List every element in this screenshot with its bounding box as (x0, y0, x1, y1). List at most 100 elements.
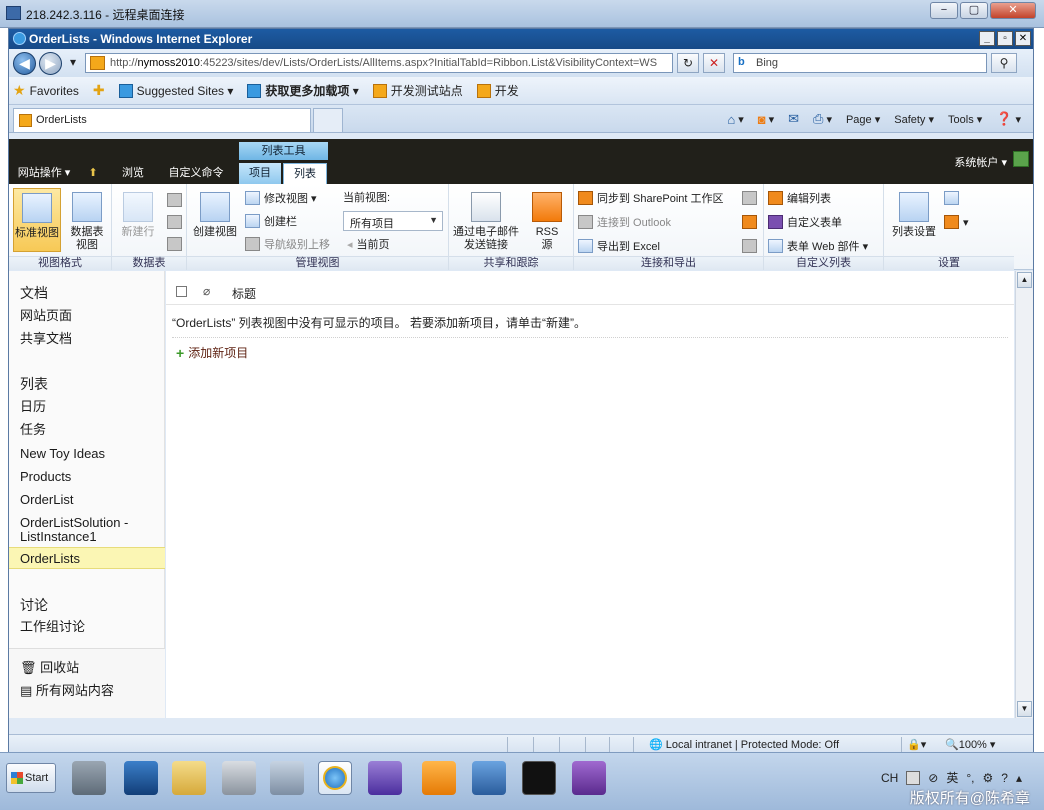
site-actions-menu[interactable]: 网站操作 ▾ (13, 163, 75, 184)
show-taskpane-icon[interactable] (167, 190, 182, 210)
rdp-close-button[interactable]: ✕ (990, 2, 1036, 19)
tab-custom-commands[interactable]: 自定义命令 (161, 163, 231, 184)
navigate-up-icon[interactable]: ⬆ (85, 163, 101, 184)
refresh-data-icon[interactable] (167, 234, 182, 254)
workflow-settings-icon[interactable]: ▾ (944, 212, 969, 232)
tab-list[interactable]: 列表 (283, 163, 327, 184)
ie-restore-button[interactable]: ▫ (997, 31, 1013, 46)
favorites-button[interactable]: ★ Favorites (13, 82, 79, 99)
feeds-icon[interactable]: ◙ ▾ (758, 111, 774, 127)
user-menu[interactable]: 系统帐户 ▾ (954, 154, 1007, 170)
history-dropdown-icon[interactable]: ▾ (65, 53, 81, 73)
ql-new-toy-ideas[interactable]: New Toy Ideas (20, 447, 105, 461)
visual-studio-icon[interactable] (368, 761, 402, 795)
select-all-checkbox[interactable] (176, 286, 187, 297)
modify-view-button[interactable]: 修改视图 ▾ (245, 188, 317, 208)
ie-minimize-button[interactable]: _ (979, 31, 995, 46)
zoom-control[interactable]: 🔍100% ▾ (945, 738, 995, 751)
ie-taskbar-icon[interactable] (318, 761, 352, 795)
ql-recycle-bin[interactable]: 🗑 回收站 (20, 661, 79, 675)
sync-sharepoint-button[interactable]: 同步到 SharePoint 工作区 (578, 188, 724, 208)
url-input[interactable]: http://nymoss2010:45223/sites/dev/Lists/… (85, 53, 673, 73)
stop-icon[interactable]: ✕ (703, 53, 725, 73)
connect-outlook-button[interactable]: 连接到 Outlook (578, 212, 671, 232)
ql-team-discussion[interactable]: 工作组讨论 (20, 620, 85, 634)
navigate-up-button[interactable]: 导航级别上移 (245, 234, 330, 254)
ime-help-icon[interactable]: ? (1001, 771, 1008, 785)
tab-browse[interactable]: 浏览 (115, 163, 151, 184)
suggested-sites-link[interactable]: Suggested Sites ▾ (118, 83, 233, 98)
add-new-item-link[interactable]: + 添加新项目 (176, 344, 248, 361)
scroll-up-icon[interactable]: ▲ (1017, 272, 1032, 288)
create-view-button[interactable]: 创建视图 (191, 188, 239, 252)
explorer-icon[interactable] (172, 761, 206, 795)
punctuation-icon[interactable]: °, (966, 771, 974, 785)
ql-all-site-content[interactable]: ▤ 所有网站内容 (20, 684, 114, 698)
current-view-select[interactable]: 所有项目 ▼ (343, 211, 443, 231)
ime-disabled-icon[interactable]: ⊘ (928, 771, 938, 785)
language-indicator[interactable]: CH (881, 771, 898, 785)
ql-header-discussions[interactable]: 讨论 (20, 595, 48, 615)
ime-icon[interactable] (906, 770, 921, 785)
page-menu[interactable]: Page ▾ (846, 111, 880, 127)
ql-header-documents[interactable]: 文档 (20, 283, 48, 303)
sql-server-icon[interactable] (472, 761, 506, 795)
ql-orderlist[interactable]: OrderList (20, 493, 73, 507)
export-excel-button[interactable]: 导出到 Excel (578, 236, 660, 256)
form-webparts-button[interactable]: 表单 Web 部件 ▾ (768, 236, 868, 256)
get-addons-link[interactable]: 获取更多加载项 ▾ (247, 82, 359, 99)
user-status-icon[interactable] (1013, 151, 1029, 167)
tab-items[interactable]: 项目 (239, 163, 281, 184)
access-icon[interactable] (742, 212, 757, 232)
ql-calendar[interactable]: 日历 (20, 400, 46, 414)
ql-products[interactable]: Products (20, 470, 71, 484)
start-button[interactable]: Start (6, 763, 56, 793)
back-button[interactable]: ◀ (13, 52, 36, 75)
ql-listinstance1[interactable]: ListInstance1 (20, 530, 97, 544)
print-icon[interactable]: ⎙ ▾ (813, 111, 832, 127)
datasheet-view-button[interactable]: 数据表 视图 (63, 188, 111, 252)
new-row-button[interactable]: 新建行 (114, 188, 162, 252)
list-settings-button[interactable]: 列表设置 (888, 188, 940, 252)
ql-shared-documents[interactable]: 共享文档 (20, 332, 72, 346)
add-favorite-icon[interactable]: ✚ (93, 82, 105, 99)
home-icon[interactable]: ⌂ ▾ (727, 111, 743, 127)
tools-menu[interactable]: Tools ▾ (948, 111, 982, 127)
scroll-down-icon[interactable]: ▼ (1017, 701, 1032, 717)
tools-icon[interactable] (422, 761, 456, 795)
rss-feed-button[interactable]: RSS 源 (525, 188, 569, 252)
fav-dev-test-site[interactable]: 开发测试站点 (372, 82, 463, 99)
fav-dev[interactable]: 开发 (476, 82, 519, 99)
current-page-button[interactable]: ◂ 当前页 (347, 234, 390, 254)
ql-orderlists[interactable]: OrderLists (20, 552, 80, 566)
new-tab-button[interactable] (313, 108, 343, 132)
custom-form-button[interactable]: 自定义表单 (768, 212, 842, 232)
standard-view-button[interactable]: 标准视图 (13, 188, 61, 252)
ql-orderlistsolution[interactable]: OrderListSolution - (20, 516, 128, 530)
rdp-restore-button[interactable]: ▢ (960, 2, 988, 19)
search-icon[interactable]: ⚲ (991, 53, 1017, 73)
security-zone[interactable]: 🌐 Local intranet | Protected Mode: Off (649, 738, 839, 751)
rdp-minimize-button[interactable]: − (930, 2, 958, 19)
ie-close-button[interactable]: ✕ (1015, 31, 1031, 46)
edit-list-button[interactable]: 编辑列表 (768, 188, 831, 208)
cmd-icon[interactable] (522, 761, 556, 795)
search-input[interactable]: b Bing (733, 53, 987, 73)
protected-mode-icon[interactable]: 🔒▾ (907, 738, 926, 751)
services-icon[interactable] (270, 761, 304, 795)
ql-tasks[interactable]: 任务 (20, 423, 46, 437)
ql-header-lists[interactable]: 列表 (20, 374, 48, 394)
column-title[interactable]: 标题 (232, 285, 256, 302)
compat-view-icon[interactable]: ↻ (677, 53, 699, 73)
mail-icon[interactable]: ✉ (788, 111, 799, 127)
ql-site-pages[interactable]: 网站页面 (20, 309, 72, 323)
admin-tools-icon[interactable] (222, 761, 256, 795)
server-manager-icon[interactable] (72, 761, 106, 795)
create-column-button[interactable]: 创建栏 (245, 211, 297, 231)
totals-icon[interactable] (167, 212, 182, 232)
infopath-taskbar-icon[interactable] (572, 761, 606, 795)
project-icon[interactable] (742, 236, 757, 256)
browser-tab-orderlists[interactable]: OrderLists (13, 108, 311, 132)
email-link-button[interactable]: 通过电子邮件 发送链接 (453, 188, 519, 252)
vertical-scrollbar[interactable]: ▲ ▼ (1015, 271, 1033, 718)
